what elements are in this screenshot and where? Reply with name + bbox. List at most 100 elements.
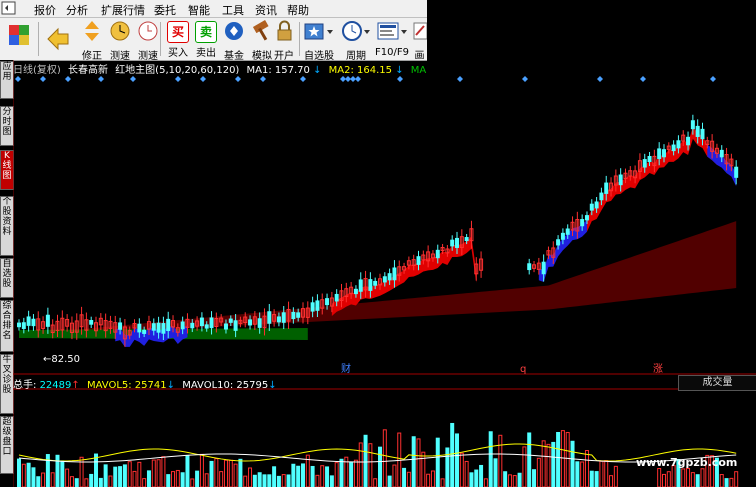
fund-button[interactable]: 基金	[220, 19, 248, 62]
candle-body	[676, 140, 681, 149]
volume-bar	[267, 474, 272, 487]
menu-item-quotes[interactable]: 报价	[34, 2, 56, 18]
volume-bar	[122, 464, 127, 487]
candle-body	[190, 322, 195, 329]
candle-body	[118, 322, 123, 330]
tab-super-order-book[interactable]: 超级盘口	[0, 416, 14, 474]
volume-bar	[719, 474, 724, 487]
candle-body	[233, 320, 238, 331]
volume-bar	[464, 460, 469, 487]
candle-body	[296, 312, 301, 318]
tab-kline[interactable]: K线图	[0, 150, 14, 190]
volume-bar	[209, 460, 214, 487]
volume-bar	[507, 474, 512, 487]
volume-bar	[546, 443, 551, 487]
buy-button[interactable]: 买 买入	[164, 19, 192, 59]
open-account-button[interactable]: 开户	[270, 19, 298, 62]
dropdown-arrow-icon	[364, 30, 370, 34]
candle-body	[589, 203, 594, 211]
volume-bar	[406, 471, 411, 487]
menu-item-tools[interactable]: 工具	[222, 2, 244, 18]
correct-button[interactable]: 修正	[78, 19, 106, 62]
volume-up-arrow-icon: ↑	[71, 380, 80, 391]
volume-bar	[291, 463, 296, 487]
tab-ranking[interactable]: 综合排名	[0, 300, 14, 352]
event-diamond-icon	[355, 76, 361, 82]
watchlist-button[interactable]: 自选股	[302, 19, 336, 62]
volume-bar	[479, 464, 484, 487]
volume-bar	[108, 475, 113, 487]
volume-bar	[435, 437, 440, 487]
candle-body	[580, 219, 585, 227]
candle-body	[276, 316, 281, 323]
volume-type-selector[interactable]: 成交量	[678, 375, 756, 391]
volume-bar	[556, 431, 561, 487]
period-button[interactable]: 周期	[340, 19, 372, 62]
volume-bar	[729, 477, 734, 487]
candle-body	[358, 279, 363, 292]
star-folder-icon	[304, 23, 333, 40]
candle-body	[594, 201, 599, 209]
low-price-label: ←82.50	[43, 354, 80, 365]
volume-bar	[498, 434, 503, 487]
candle-body	[21, 322, 26, 329]
event-diamond-icon	[200, 76, 206, 82]
tab-stock-profile[interactable]: 个股资料	[0, 196, 14, 256]
menu-item-orders[interactable]: 委托	[154, 2, 176, 18]
volume-bar	[339, 458, 344, 487]
volume-bar	[392, 464, 397, 487]
candle-body	[161, 323, 166, 334]
tab-stock-diagnosis[interactable]: 牛叉诊股	[0, 354, 14, 414]
volume-bar	[89, 473, 94, 487]
volume-bar	[296, 465, 301, 487]
candle-body	[228, 318, 233, 323]
volume-bar	[204, 473, 209, 487]
volume-bar	[180, 472, 185, 487]
volume-total-value: 22489	[39, 380, 72, 391]
menu-item-news[interactable]: 资讯	[255, 2, 277, 18]
draw-button[interactable]: 画	[412, 19, 427, 59]
buy-icon: 买	[167, 21, 189, 43]
kline-chart[interactable]: ←82.50 财 q 涨	[13, 60, 756, 487]
f10-button[interactable]: F10/F9	[374, 19, 410, 59]
event-diamond-icon	[710, 76, 716, 82]
speed-test-2-button[interactable]: 测速	[134, 19, 162, 62]
volume-bar	[137, 461, 142, 487]
menu-item-smart[interactable]: 智能	[188, 2, 210, 18]
volume-bar	[666, 471, 671, 487]
sell-icon: 卖	[195, 21, 217, 43]
event-diamond-icon	[98, 76, 104, 82]
timer-icon	[138, 21, 158, 41]
candle-body	[315, 300, 320, 311]
volume-bar	[175, 469, 180, 487]
candle-body	[618, 174, 623, 186]
volume-bar	[609, 475, 614, 487]
volume-bar	[411, 436, 416, 487]
layout-button[interactable]	[4, 19, 34, 59]
candle-body	[291, 311, 296, 320]
candle-body	[368, 279, 373, 291]
speed-test-button[interactable]: 测速	[106, 19, 134, 62]
sell-button[interactable]: 卖 卖出	[192, 19, 220, 59]
menu-item-help[interactable]: 帮助	[287, 2, 309, 18]
volume-bar	[74, 478, 79, 487]
menu-item-analysis[interactable]: 分析	[66, 2, 88, 18]
back-button[interactable]	[44, 19, 72, 59]
event-diamond-icon	[640, 76, 646, 82]
candle-body	[151, 323, 156, 331]
menu-item-extended-quotes[interactable]: 扩展行情	[101, 2, 145, 18]
candle-body	[334, 293, 339, 302]
volume-bar	[580, 461, 585, 487]
volume-bar	[36, 476, 41, 487]
volume-bar	[199, 453, 204, 487]
tab-watchlist[interactable]: 自选股	[0, 258, 14, 298]
app-logo-icon[interactable]	[0, 0, 18, 17]
volume-bar	[334, 462, 339, 487]
volume-bar	[604, 460, 609, 487]
volume-bar	[31, 467, 36, 487]
candle-body	[137, 323, 142, 333]
tab-apps[interactable]: 应用	[0, 61, 14, 99]
volume-bar	[589, 470, 594, 487]
mavol10-down-arrow-icon: ↓	[268, 380, 277, 391]
tab-timeshare[interactable]: 分时图	[0, 106, 14, 146]
